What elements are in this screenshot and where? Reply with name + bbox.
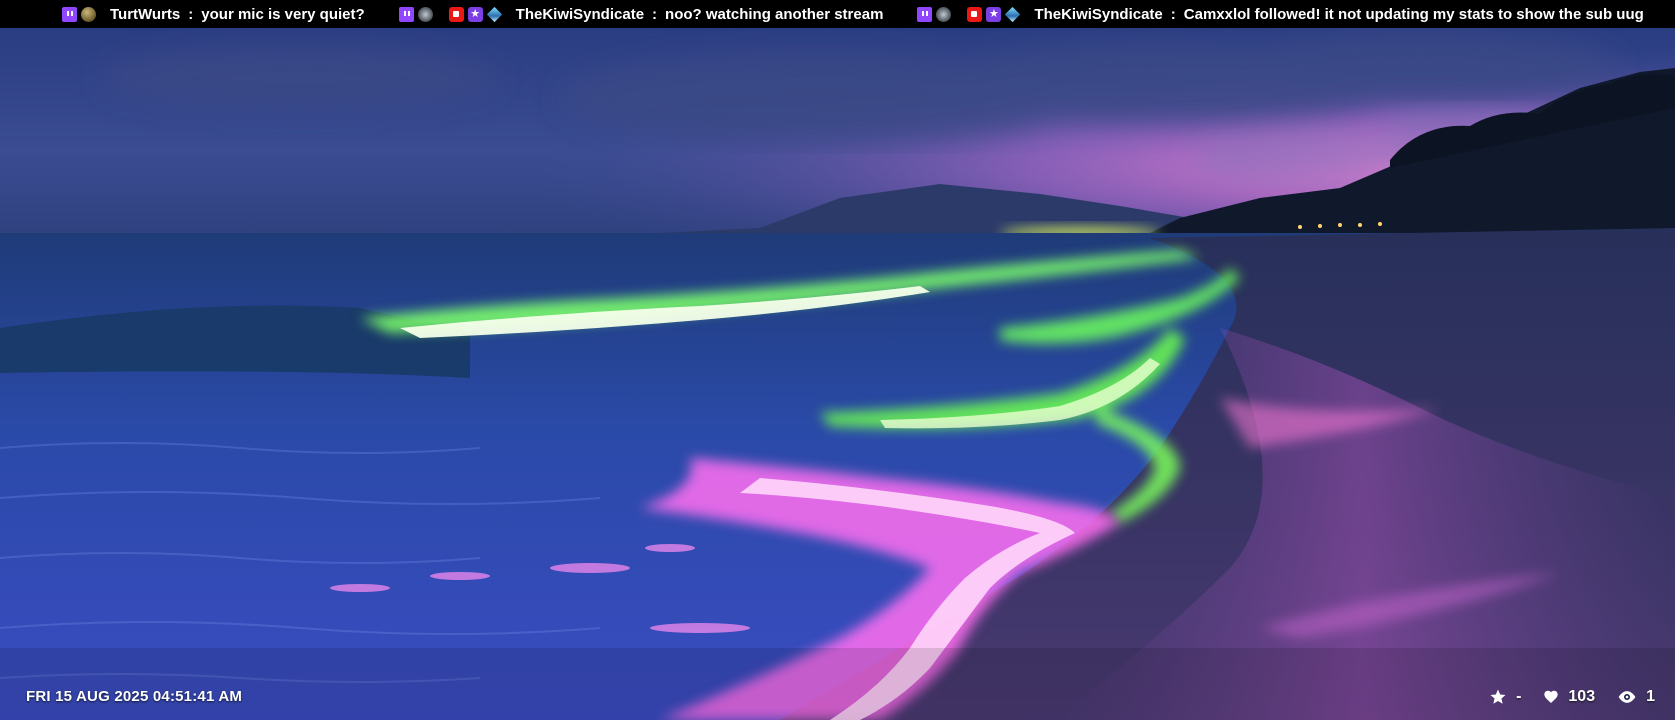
chat-text: Camxxlol followed! it not updating my st…: [1183, 5, 1644, 23]
snail-badge-icon: [417, 6, 433, 22]
viewers-value: 1: [1646, 688, 1655, 705]
twitch-badge-icon: [62, 6, 77, 22]
gem-badge-icon: [1005, 6, 1021, 22]
chat-message: TurtWurts : your mic is very quiet?: [62, 6, 365, 23]
camera-badge-icon: [967, 6, 983, 22]
chat-separator: :: [188, 5, 194, 23]
stream-datetime: FRI 15 AUG 2025 04:51:41 AM: [26, 688, 243, 705]
chat-ticker: TurtWurts : your mic is very quiet? ★ Th…: [0, 0, 1675, 28]
stream-stats: - 103 1: [1489, 688, 1655, 706]
likes-stat: 103: [1543, 688, 1595, 706]
chat-username: TheKiwiSyndicate: [515, 5, 645, 23]
star-badge-icon: ★: [467, 6, 483, 22]
chat-username: TheKiwiSyndicate: [1034, 5, 1163, 23]
snail-badge-icon: [936, 6, 952, 22]
twitch-badge-icon: [917, 6, 933, 22]
chat-separator: :: [652, 5, 658, 23]
camera-badge-icon: [448, 6, 464, 22]
chat-message: ★ TheKiwiSyndicate : Camxxlol followed! …: [917, 5, 1644, 23]
chat-separator: :: [1170, 5, 1176, 23]
viewers-stat: 1: [1617, 688, 1655, 706]
gem-badge-icon: [486, 6, 502, 22]
coin-badge-icon: [81, 6, 96, 22]
star-icon: [1490, 689, 1506, 704]
stream-background-image: [0, 28, 1675, 720]
chat-message: ★ TheKiwiSyndicate : noo? watching anoth…: [398, 5, 884, 23]
chat-username: TurtWurts: [110, 5, 181, 23]
twitch-badge-icon: [398, 6, 414, 22]
heart-icon: [1544, 690, 1559, 703]
rating-stat: -: [1489, 688, 1521, 706]
rating-value: -: [1516, 688, 1522, 705]
eye-icon: [1618, 691, 1636, 703]
chat-text: noo? watching another stream: [665, 5, 884, 23]
likes-value: 103: [1568, 688, 1596, 705]
star-badge-icon: ★: [986, 6, 1002, 22]
chat-text: your mic is very quiet?: [201, 5, 365, 23]
